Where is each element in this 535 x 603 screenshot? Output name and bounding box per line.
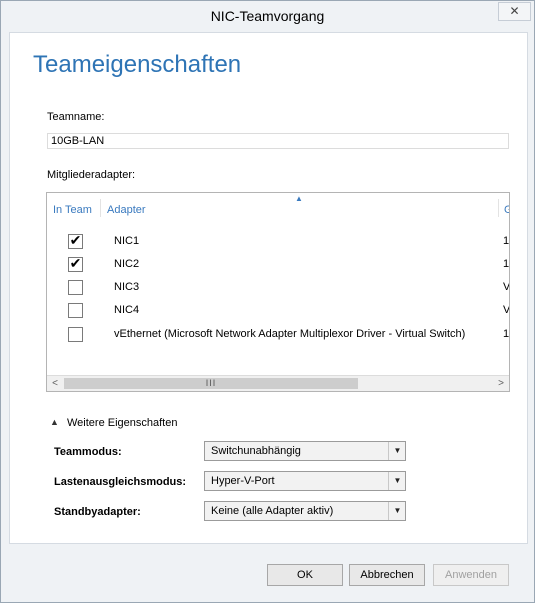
adapter-row-vethernet[interactable]: vEthernet (Microsoft Network Adapter Mul…: [47, 323, 509, 346]
adapter-extra: 1: [503, 328, 510, 340]
close-button[interactable]: ✕: [498, 2, 531, 21]
adapter-name: NIC1: [114, 235, 140, 247]
adapter-name: NIC2: [114, 258, 140, 270]
team-mode-select[interactable]: Switchunabhängig ▼: [204, 441, 406, 461]
selected-value: Switchunabhängig: [211, 445, 301, 457]
sort-ascending-icon: ▲: [295, 194, 303, 203]
in-team-checkbox[interactable]: [68, 327, 83, 342]
column-header-adapter[interactable]: Adapter: [107, 204, 146, 216]
close-icon: ✕: [509, 4, 520, 18]
chevron-down-icon: ▼: [388, 442, 406, 460]
dialog-window: NIC-Teamvorgang ✕ Teameigenschaften Team…: [0, 0, 535, 603]
scroll-right-arrow-icon[interactable]: >: [493, 376, 509, 391]
chevron-up-icon: ▲: [50, 417, 59, 427]
load-balancing-mode-label: Lastenausgleichsmodus:: [54, 476, 187, 488]
adapter-extra: V: [503, 281, 510, 293]
adapter-row-nic2[interactable]: ✔ NIC2 1: [47, 253, 509, 276]
scrollbar-thumb[interactable]: III: [64, 378, 358, 389]
load-balancing-mode-select[interactable]: Hyper-V-Port ▼: [204, 471, 406, 491]
in-team-checkbox[interactable]: ✔: [68, 232, 83, 249]
adapter-name: vEthernet (Microsoft Network Adapter Mul…: [114, 328, 466, 340]
title-bar: NIC-Teamvorgang ✕: [1, 1, 534, 32]
standby-adapter-select[interactable]: Keine (alle Adapter aktiv) ▼: [204, 501, 406, 521]
teamname-input[interactable]: [47, 133, 509, 149]
adapter-row-nic3[interactable]: NIC3 V: [47, 276, 509, 299]
scroll-left-arrow-icon[interactable]: <: [47, 376, 63, 391]
column-header-in-team[interactable]: In Team: [53, 204, 92, 216]
adapter-name: NIC4: [114, 304, 140, 316]
column-divider[interactable]: [498, 199, 499, 217]
teamname-label: Teamname:: [47, 111, 105, 123]
adapter-name: NIC3: [114, 281, 140, 293]
column-divider[interactable]: [100, 199, 101, 217]
selected-value: Hyper-V-Port: [211, 475, 275, 487]
apply-button[interactable]: Anwenden: [433, 564, 509, 586]
member-adapters-label: Mitgliederadapter:: [47, 169, 136, 181]
column-header-g[interactable]: G: [504, 204, 509, 216]
adapter-extra: 1: [503, 258, 510, 270]
member-adapter-list[interactable]: ▲ In Team Adapter G ✔ NIC1 1 ✔ NIC2 1 NI…: [46, 192, 510, 392]
check-icon: ✔: [69, 232, 82, 248]
chevron-down-icon: ▼: [388, 472, 406, 490]
team-mode-label: Teammodus:: [54, 446, 122, 458]
ok-button[interactable]: OK: [267, 564, 343, 586]
window-title: NIC-Teamvorgang: [210, 8, 325, 24]
adapter-extra: V: [503, 304, 510, 316]
standby-adapter-label: Standbyadapter:: [54, 506, 141, 518]
content-panel: Teameigenschaften Teamname: Mitgliederad…: [9, 32, 528, 544]
grip-icon: III: [205, 378, 217, 388]
cancel-button[interactable]: Abbrechen: [349, 564, 425, 586]
adapter-row-nic4[interactable]: NIC4 V: [47, 299, 509, 322]
more-properties-label: Weitere Eigenschaften: [67, 417, 178, 429]
page-title: Teameigenschaften: [33, 51, 242, 78]
chevron-down-icon: ▼: [388, 502, 406, 520]
selected-value: Keine (alle Adapter aktiv): [211, 505, 334, 517]
adapter-extra: 1: [503, 235, 510, 247]
in-team-checkbox[interactable]: ✔: [68, 255, 83, 272]
check-icon: ✔: [69, 255, 82, 271]
in-team-checkbox[interactable]: [68, 280, 83, 295]
adapter-row-nic1[interactable]: ✔ NIC1 1: [47, 230, 509, 253]
in-team-checkbox[interactable]: [68, 303, 83, 318]
horizontal-scrollbar[interactable]: < III >: [47, 375, 509, 391]
